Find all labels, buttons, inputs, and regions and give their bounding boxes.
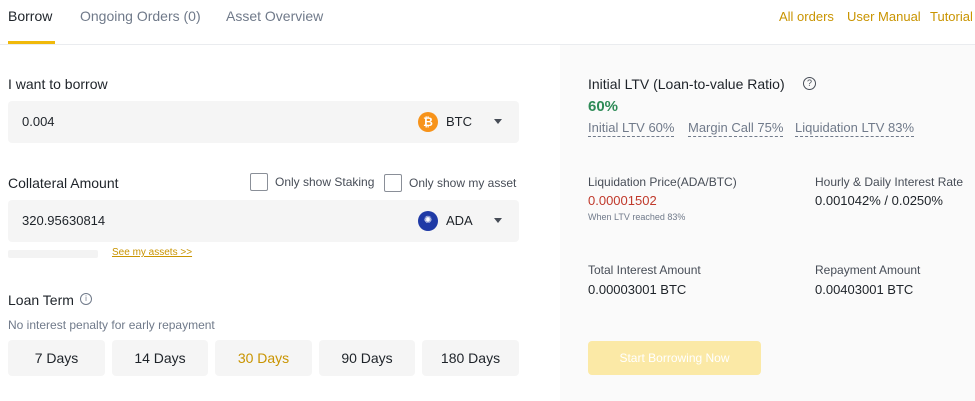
borrow-label: I want to borrow <box>8 76 108 92</box>
start-borrowing-button[interactable]: Start Borrowing Now <box>588 341 761 375</box>
tab-bar: Borrow Ongoing Orders (0) Asset Overview… <box>0 0 975 45</box>
total-interest-label: Total Interest Amount <box>588 263 701 277</box>
tab-ongoing-orders[interactable]: Ongoing Orders (0) <box>80 8 201 24</box>
liquidation-note: When LTV reached 83% <box>588 212 686 222</box>
info-icon[interactable]: i <box>80 293 92 305</box>
tab-asset-overview[interactable]: Asset Overview <box>226 8 323 24</box>
collateral-coin-label: ADA <box>446 213 473 228</box>
only-show-my-asset-label: Only show my asset <box>409 176 517 190</box>
only-show-staking-label: Only show Staking <box>275 175 375 189</box>
initial-ltv-value: 60% <box>588 98 619 115</box>
term-14-days-button[interactable]: 14 Days <box>112 340 208 376</box>
cardano-icon: ✺ <box>418 211 438 231</box>
only-show-staking-checkbox[interactable] <box>250 173 268 191</box>
liquidation-price-label: Liquidation Price(ADA/BTC) <box>588 175 737 189</box>
chevron-down-icon[interactable] <box>494 119 502 124</box>
tab-borrow[interactable]: Borrow <box>8 8 52 24</box>
term-90-days-button[interactable]: 90 Days <box>319 340 415 376</box>
liquidation-ltv-item: Liquidation LTV 83% <box>795 120 915 137</box>
user-manual-link[interactable]: User Manual <box>847 9 921 24</box>
loan-term-label: Loan Term <box>8 292 74 308</box>
borrow-amount-field[interactable]: 0.004 ₿ BTC <box>8 101 519 143</box>
collateral-amount-field[interactable]: 320.95630814 ✺ ADA <box>8 200 519 242</box>
collateral-label: Collateral Amount <box>8 175 119 191</box>
active-tab-indicator <box>8 41 55 44</box>
margin-call-item: Margin Call 75% <box>688 120 784 137</box>
term-180-days-button[interactable]: 180 Days <box>422 340 519 376</box>
total-interest-value: 0.00003001 BTC <box>588 282 687 297</box>
all-orders-link[interactable]: All orders <box>779 9 834 24</box>
initial-ltv-title: Initial LTV (Loan-to-value Ratio) <box>588 76 785 92</box>
collateral-amount-value: 320.95630814 <box>22 213 106 228</box>
term-30-days-button[interactable]: 30 Days <box>215 340 312 376</box>
loan-term-note: No interest penalty for early repayment <box>8 318 215 332</box>
see-my-assets-link[interactable]: See my assets >> <box>112 247 192 258</box>
interest-rate-value: 0.001042% / 0.0250% <box>815 193 943 208</box>
borrow-coin-label: BTC <box>446 114 472 129</box>
chevron-down-icon[interactable] <box>494 218 502 223</box>
repayment-value: 0.00403001 BTC <box>815 282 914 297</box>
help-icon[interactable]: ? <box>803 77 816 90</box>
tutorial-link[interactable]: Tutorial <box>930 9 973 24</box>
liquidation-price-value: 0.00001502 <box>588 193 657 208</box>
initial-ltv-item: Initial LTV 60% <box>588 120 675 137</box>
borrow-amount-value: 0.004 <box>22 114 55 129</box>
term-7-days-button[interactable]: 7 Days <box>8 340 105 376</box>
repayment-label: Repayment Amount <box>815 263 921 277</box>
bitcoin-icon: ₿ <box>418 112 438 132</box>
interest-rate-label: Hourly & Daily Interest Rate <box>815 175 964 189</box>
available-balance-redacted <box>8 250 98 258</box>
loan-summary-panel: Initial LTV (Loan-to-value Ratio) ? 60% … <box>560 45 975 401</box>
only-show-my-asset-checkbox[interactable] <box>384 174 402 192</box>
